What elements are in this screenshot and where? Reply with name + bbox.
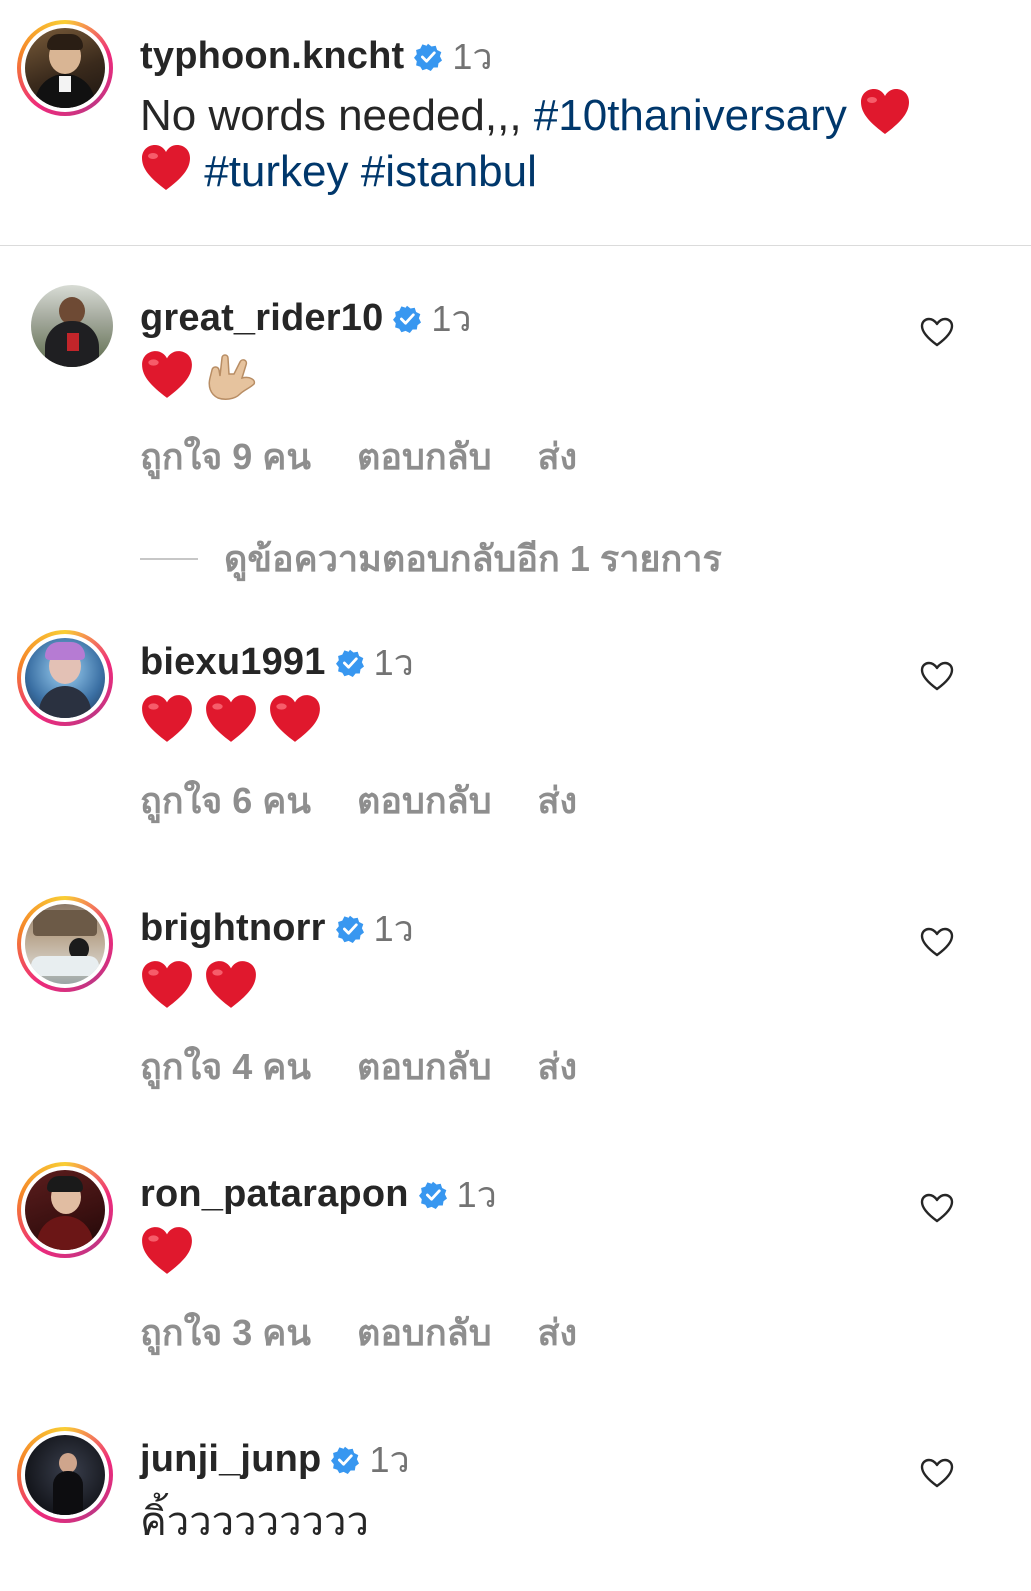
heart-emoji-icon bbox=[268, 694, 322, 744]
reply-button[interactable]: ตอบกลับ bbox=[357, 1038, 492, 1095]
verified-badge-icon bbox=[336, 649, 364, 677]
heart-outline-icon[interactable] bbox=[920, 317, 954, 347]
commenter-username[interactable]: junji_junp bbox=[140, 1438, 321, 1481]
comment-time: 1ว bbox=[369, 1439, 410, 1480]
likes-count[interactable]: ถูกใจ 4 คน bbox=[140, 1038, 311, 1095]
verified-badge-icon bbox=[331, 1446, 359, 1474]
commenter-username[interactable]: brightnorr bbox=[140, 907, 326, 950]
hashtag-link[interactable]: #turkey bbox=[204, 147, 348, 196]
heart-outline-icon[interactable] bbox=[920, 661, 954, 691]
comment-time: 1ว bbox=[431, 298, 472, 339]
commenter-avatar[interactable] bbox=[17, 630, 113, 726]
post-time: 1ว bbox=[452, 36, 493, 77]
commenter-avatar[interactable] bbox=[17, 896, 113, 992]
rock-hand-emoji-icon bbox=[208, 354, 256, 400]
verified-badge-icon bbox=[414, 43, 442, 71]
reply-thread-line bbox=[140, 557, 198, 560]
commenter-username[interactable]: biexu1991 bbox=[140, 641, 326, 684]
send-button[interactable]: ส่ง bbox=[538, 772, 578, 829]
hashtag-link[interactable]: #10thaniversary bbox=[534, 91, 847, 140]
send-button[interactable]: ส่ง bbox=[538, 1304, 578, 1361]
commenter-avatar[interactable] bbox=[17, 1162, 113, 1258]
heart-emoji-icon bbox=[140, 1226, 194, 1276]
post-author-avatar[interactable] bbox=[17, 20, 113, 116]
commenter-username[interactable]: great_rider10 bbox=[140, 297, 383, 340]
comment-time: 1ว bbox=[373, 908, 414, 949]
heart-emoji-icon bbox=[204, 960, 258, 1010]
verified-badge-icon bbox=[336, 915, 364, 943]
send-button[interactable]: ส่ง bbox=[538, 428, 578, 485]
heart-emoji-icon bbox=[140, 960, 194, 1010]
comment-text: คิ้ววววววววว bbox=[140, 1500, 369, 1544]
comment-text bbox=[140, 694, 322, 744]
reply-button[interactable]: ตอบกลับ bbox=[357, 1304, 492, 1361]
reply-button[interactable]: ตอบกลับ bbox=[357, 428, 492, 485]
hashtag-link[interactable]: #istanbul bbox=[361, 147, 537, 196]
likes-count[interactable]: ถูกใจ 6 คน bbox=[140, 772, 311, 829]
commenter-username[interactable]: ron_patarapon bbox=[140, 1173, 409, 1216]
divider bbox=[0, 245, 1031, 246]
post-author-username[interactable]: typhoon.kncht bbox=[140, 35, 404, 78]
heart-outline-icon[interactable] bbox=[920, 927, 954, 957]
post-caption: No words needed,,, #10thaniversary #turk… bbox=[140, 88, 1000, 200]
view-replies-label[interactable]: ดูข้อความตอบกลับอีก 1 รายการ bbox=[224, 530, 722, 587]
comment-time: 1ว bbox=[456, 1174, 497, 1215]
comment-time: 1ว bbox=[373, 642, 414, 683]
heart-emoji-icon bbox=[140, 144, 192, 192]
heart-outline-icon[interactable] bbox=[920, 1458, 954, 1488]
reply-button[interactable]: ตอบกลับ bbox=[357, 772, 492, 829]
heart-emoji-icon bbox=[140, 350, 194, 400]
heart-outline-icon[interactable] bbox=[920, 1193, 954, 1223]
view-replies-button[interactable]: ดูข้อความตอบกลับอีก 1 รายการ bbox=[140, 530, 722, 587]
comment-text bbox=[140, 960, 258, 1010]
commenter-avatar[interactable] bbox=[31, 285, 113, 367]
heart-emoji-icon bbox=[140, 694, 194, 744]
verified-badge-icon bbox=[419, 1181, 447, 1209]
heart-emoji-icon bbox=[859, 88, 911, 136]
verified-badge-icon bbox=[393, 305, 421, 333]
likes-count[interactable]: ถูกใจ 3 คน bbox=[140, 1304, 311, 1361]
comment-text bbox=[140, 1226, 194, 1276]
likes-count[interactable]: ถูกใจ 9 คน bbox=[140, 428, 311, 485]
post-header: typhoon.kncht 1ว No words needed,,, #10t… bbox=[0, 0, 1031, 246]
heart-emoji-icon bbox=[204, 694, 258, 744]
caption-text: No words needed,,, bbox=[140, 91, 534, 140]
send-button[interactable]: ส่ง bbox=[538, 1038, 578, 1095]
commenter-avatar[interactable] bbox=[17, 1427, 113, 1523]
comment-text bbox=[140, 350, 258, 400]
